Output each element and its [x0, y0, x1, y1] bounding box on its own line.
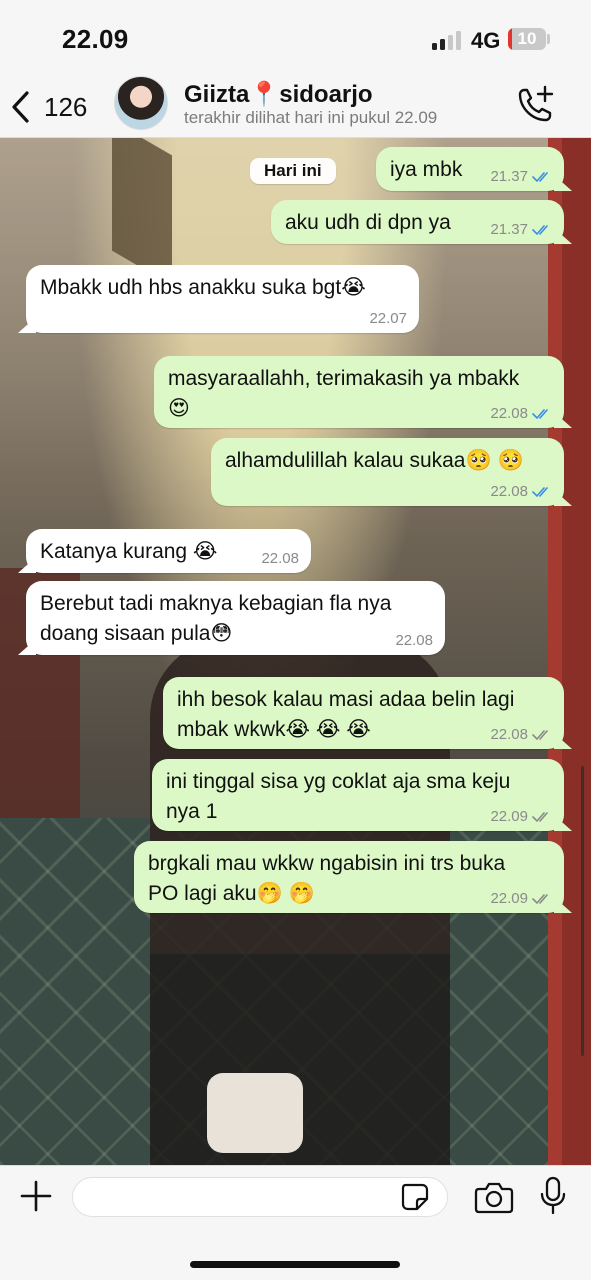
contact-name[interactable]: Giizta📍sidoarjo	[184, 80, 373, 109]
status-bar: 22.09 4G 10	[0, 0, 591, 76]
network-type: 4G	[471, 28, 501, 53]
contact-first-name: Giizta	[184, 81, 250, 108]
delivered-receipt-icon	[532, 730, 548, 741]
message-text: Mbakk udh hbs anakku suka bgt😭	[40, 276, 366, 299]
message-bubble-incoming[interactable]: Mbakk udh hbs anakku suka bgt😭 22.07	[26, 265, 419, 333]
signal-strength-icon	[432, 30, 462, 50]
add-call-button[interactable]	[512, 84, 556, 128]
message-bubble-outgoing[interactable]: ini tinggal sisa yg coklat aja sma keju …	[152, 759, 564, 831]
message-bubble-outgoing[interactable]: alhamdulillah kalau sukaa🥺 🥺 22.08	[211, 438, 564, 506]
message-time: 22.08	[395, 632, 433, 649]
message-meta: 22.07	[369, 311, 407, 327]
read-receipt-icon	[532, 487, 548, 498]
contact-location: sidoarjo	[279, 81, 373, 108]
message-time: 22.08	[490, 405, 528, 422]
message-text: alhamdulillah kalau sukaa🥺 🥺	[225, 449, 524, 472]
message-composer	[0, 1165, 591, 1280]
message-bubble-incoming[interactable]: Berebut tadi maknya kebagian fla nya doa…	[26, 581, 445, 655]
chat-header: 126 Giizta📍sidoarjo terakhir dilihat har…	[0, 76, 591, 138]
home-indicator[interactable]	[190, 1261, 400, 1268]
message-bubble-outgoing[interactable]: masyaraallahh, terimakasih ya mbakk 😍 22…	[154, 356, 564, 428]
message-meta: 22.08	[261, 551, 299, 567]
read-receipt-icon	[532, 409, 548, 420]
delivered-receipt-icon	[532, 894, 548, 905]
message-time: 21.37	[490, 221, 528, 238]
contact-avatar[interactable]	[114, 76, 168, 130]
message-time: 22.07	[369, 310, 407, 327]
add-call-icon	[518, 85, 554, 122]
message-meta: 21.37	[490, 222, 552, 238]
last-seen-status: terakhir dilihat hari ini pukul 22.09	[184, 108, 438, 127]
message-meta: 22.08	[490, 406, 552, 422]
message-bubble-outgoing[interactable]: aku udh di dpn ya 21.37	[271, 200, 564, 244]
message-bubble-incoming[interactable]: Katanya kurang 😭 22.08	[26, 529, 311, 573]
status-time: 22.09	[62, 24, 129, 54]
camera-icon	[474, 1182, 514, 1214]
battery-nub	[547, 34, 550, 44]
message-meta: 22.08	[490, 484, 552, 500]
message-input[interactable]	[72, 1177, 448, 1217]
message-text: Katanya kurang 😭	[40, 540, 218, 563]
battery-percent: 10	[517, 29, 537, 48]
mic-icon	[540, 1176, 566, 1215]
message-time: 21.37	[490, 168, 528, 185]
message-time: 22.09	[490, 890, 528, 907]
battery-icon: 10	[508, 28, 546, 50]
message-bubble-outgoing[interactable]: iya mbk 21.37	[376, 147, 564, 191]
message-text: Berebut tadi maknya kebagian fla nya doa…	[40, 592, 392, 645]
message-bubble-outgoing[interactable]: ihh besok kalau masi adaa belin lagi mba…	[163, 677, 564, 749]
day-separator: Hari ini	[250, 158, 336, 184]
back-button[interactable]: 126	[10, 82, 87, 132]
sticker-button[interactable]	[400, 1182, 430, 1212]
voice-message-button[interactable]	[538, 1176, 568, 1216]
read-receipt-icon	[532, 172, 548, 183]
message-meta: 22.08	[490, 727, 552, 743]
sticker-icon	[401, 1183, 429, 1211]
message-time: 22.08	[490, 483, 528, 500]
message-meta: 22.09	[490, 809, 552, 825]
unread-count: 126	[44, 91, 88, 122]
delivered-receipt-icon	[532, 812, 548, 823]
message-time: 22.08	[261, 550, 299, 567]
message-meta: 22.09	[490, 891, 552, 907]
plus-icon	[20, 1180, 52, 1212]
message-time: 22.08	[490, 726, 528, 743]
wallpaper-bag	[207, 1073, 303, 1153]
read-receipt-icon	[532, 225, 548, 236]
attach-button[interactable]	[18, 1178, 54, 1214]
chat-area[interactable]: Hari ini iya mbk 21.37 aku udh di dpn ya…	[0, 138, 591, 1165]
message-meta: 22.08	[395, 633, 433, 649]
scrollbar[interactable]	[581, 766, 584, 1056]
message-bubble-outgoing[interactable]: brgkali mau wkkw ngabisin ini trs buka P…	[134, 841, 564, 913]
back-chevron-icon	[12, 91, 29, 123]
location-pin-icon: 📍	[249, 81, 280, 108]
message-meta: 21.37	[490, 169, 552, 185]
camera-button[interactable]	[474, 1180, 514, 1214]
message-time: 22.09	[490, 808, 528, 825]
